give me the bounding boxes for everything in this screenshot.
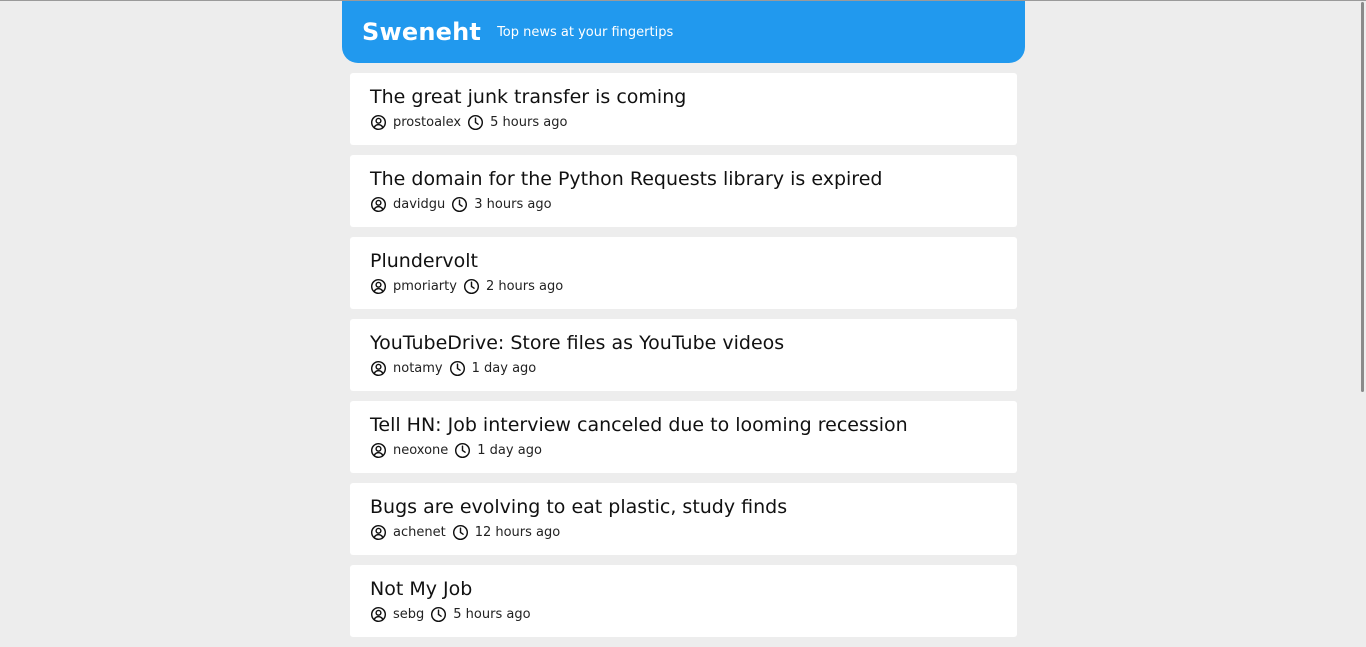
story-card[interactable]: Not My Job sebg 5 hours ago: [350, 565, 1017, 637]
story-list: The great junk transfer is coming prosto…: [350, 73, 1017, 647]
story-card[interactable]: YouTubeDrive: Store files as YouTube vid…: [350, 319, 1017, 391]
clock-icon: [451, 196, 468, 213]
story-card[interactable]: The domain for the Python Requests libra…: [350, 155, 1017, 227]
story-time: 12 hours ago: [474, 524, 561, 540]
clock-icon: [449, 360, 466, 377]
story-meta: notamy 1 day ago: [370, 359, 997, 377]
user-circle-icon: [370, 114, 387, 131]
story-title[interactable]: Bugs are evolving to eat plastic, study …: [370, 495, 997, 519]
clock-icon: [430, 606, 447, 623]
story-author[interactable]: notamy: [393, 361, 443, 376]
story-author[interactable]: pmoriarty: [393, 279, 457, 294]
story-meta: achenet 12 hours ago: [370, 523, 997, 541]
story-title[interactable]: The domain for the Python Requests libra…: [370, 167, 997, 191]
story-card[interactable]: The great junk transfer is coming prosto…: [350, 73, 1017, 145]
story-title[interactable]: Tell HN: Job interview canceled due to l…: [370, 413, 997, 437]
story-meta: prostoalex 5 hours ago: [370, 113, 997, 131]
story-author[interactable]: neoxone: [393, 443, 448, 458]
user-circle-icon: [370, 278, 387, 295]
story-time: 5 hours ago: [453, 606, 531, 622]
story-title[interactable]: YouTubeDrive: Store files as YouTube vid…: [370, 331, 997, 355]
app-header: Sweneht Top news at your fingertips: [342, 1, 1025, 63]
story-time: 1 day ago: [471, 360, 537, 376]
story-time: 1 day ago: [477, 442, 542, 458]
story-author[interactable]: achenet: [393, 525, 446, 540]
story-meta: neoxone 1 day ago: [370, 441, 997, 459]
story-title[interactable]: The great junk transfer is coming: [370, 85, 997, 109]
user-circle-icon: [370, 196, 387, 213]
brand-name[interactable]: Sweneht: [362, 18, 481, 46]
story-author[interactable]: sebg: [393, 607, 424, 622]
story-card[interactable]: Tell HN: Job interview canceled due to l…: [350, 401, 1017, 473]
user-circle-icon: [370, 442, 387, 459]
brand-tagline: Top news at your fingertips: [497, 25, 674, 40]
story-card[interactable]: Bugs are evolving to eat plastic, study …: [350, 483, 1017, 555]
story-title[interactable]: Not My Job: [370, 577, 997, 601]
story-author[interactable]: davidgu: [393, 197, 445, 212]
page-scrollbar[interactable]: [1361, 2, 1364, 392]
story-time: 2 hours ago: [485, 278, 564, 294]
story-meta: sebg 5 hours ago: [370, 605, 997, 623]
clock-icon: [452, 524, 469, 541]
user-circle-icon: [370, 606, 387, 623]
story-title[interactable]: Plundervolt: [370, 249, 997, 273]
user-circle-icon: [370, 524, 387, 541]
story-meta: pmoriarty 2 hours ago: [370, 277, 997, 295]
clock-icon: [467, 114, 484, 131]
story-author[interactable]: prostoalex: [393, 115, 461, 130]
clock-icon: [454, 442, 471, 459]
story-card[interactable]: Plundervolt pmoriarty 2 hours ago: [350, 237, 1017, 309]
user-circle-icon: [370, 360, 387, 377]
story-time: 5 hours ago: [490, 114, 568, 130]
clock-icon: [463, 278, 480, 295]
story-time: 3 hours ago: [474, 196, 552, 212]
story-meta: davidgu 3 hours ago: [370, 195, 997, 213]
